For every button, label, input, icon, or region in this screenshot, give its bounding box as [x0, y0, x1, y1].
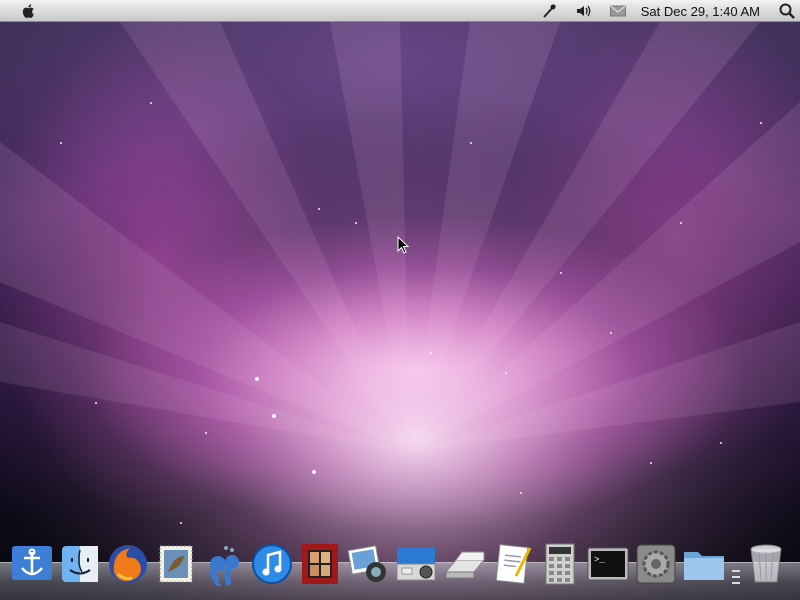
apple-icon[interactable]: [20, 2, 38, 20]
volume-icon[interactable]: [575, 2, 593, 20]
star: [680, 222, 682, 224]
star: [60, 142, 62, 144]
dock: >_: [0, 540, 800, 600]
star: [312, 470, 316, 474]
star: [720, 442, 722, 444]
spotlight-icon[interactable]: [778, 2, 796, 20]
star: [150, 102, 152, 104]
dock-separator: [732, 566, 740, 594]
menu-bar-clock[interactable]: Sat Dec 29, 1:40 AM: [641, 4, 760, 19]
terminal-icon[interactable]: >_: [586, 542, 630, 586]
folder-icon[interactable]: [682, 542, 726, 586]
trash-icon[interactable]: [744, 542, 788, 586]
calculator-icon[interactable]: [538, 542, 582, 586]
star: [650, 462, 652, 464]
star: [430, 352, 432, 354]
iphoto-icon[interactable]: [346, 542, 390, 586]
ichat-icon[interactable]: [202, 542, 246, 588]
mouse-cursor-icon: [397, 235, 410, 254]
photo-booth-icon[interactable]: [298, 542, 342, 586]
star: [255, 377, 259, 381]
anchor-icon[interactable]: [10, 542, 54, 586]
menu-bar: Sat Dec 29, 1:40 AM: [0, 0, 800, 22]
finder-icon[interactable]: [58, 542, 102, 586]
wallpaper-rays: [0, 22, 800, 600]
firefox-icon[interactable]: [106, 542, 150, 586]
star: [318, 208, 320, 210]
star: [355, 222, 357, 224]
star: [272, 414, 276, 418]
camera-icon[interactable]: [394, 542, 438, 586]
star: [560, 272, 562, 274]
scanner-icon[interactable]: [442, 542, 486, 586]
itunes-icon[interactable]: [250, 542, 294, 586]
star: [95, 402, 97, 404]
textedit-icon[interactable]: [490, 542, 534, 586]
star: [180, 522, 182, 524]
system-preferences-icon[interactable]: [634, 542, 678, 586]
star: [470, 142, 472, 144]
star: [610, 332, 612, 334]
desktop[interactable]: [0, 22, 800, 600]
mail-stamp-icon[interactable]: [154, 542, 198, 586]
script-icon[interactable]: [541, 2, 559, 20]
svg-text:>_: >_: [594, 555, 605, 565]
mail-icon[interactable]: [609, 2, 627, 20]
star: [205, 432, 207, 434]
star: [760, 122, 762, 124]
star: [505, 372, 507, 374]
star: [520, 492, 522, 494]
